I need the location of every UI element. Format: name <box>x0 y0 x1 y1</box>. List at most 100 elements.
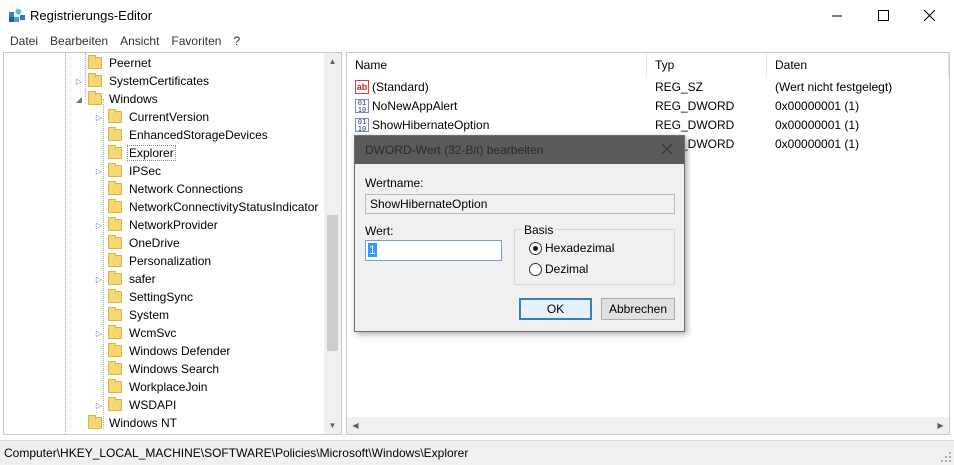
tree-item-label: SettingSync <box>129 290 194 304</box>
radio-decimal[interactable]: Dezimal <box>529 262 588 276</box>
tree-item[interactable]: SettingSync <box>94 288 195 306</box>
list-horizontal-scrollbar[interactable]: ◀ ▶ <box>347 417 949 434</box>
tree-item[interactable]: ▷ WSDAPI <box>94 396 178 414</box>
maximize-button[interactable] <box>860 0 906 31</box>
menu-datei[interactable]: Datei <box>4 31 44 51</box>
folder-icon <box>108 235 122 249</box>
folder-icon <box>108 127 122 141</box>
value-name-label: Wertname: <box>365 176 424 190</box>
edit-dword-dialog: DWORD-Wert (32-Bit) bearbeiten Wertname:… <box>354 135 685 332</box>
tree-item[interactable]: ◢ Windows <box>74 90 160 108</box>
close-icon <box>662 144 672 154</box>
dialog-title-bar[interactable]: DWORD-Wert (32-Bit) bearbeiten <box>355 136 684 164</box>
tree-item[interactable]: Network Connections <box>94 180 245 198</box>
expand-arrow-icon[interactable]: ◢ <box>74 90 84 108</box>
value-data-input[interactable]: 1 <box>365 240 502 261</box>
folder-icon <box>108 307 122 321</box>
column-header-name[interactable]: Name <box>347 53 647 77</box>
column-header-type[interactable]: Typ <box>647 53 767 77</box>
radio-unchecked-icon[interactable] <box>529 262 542 276</box>
tree-item[interactable]: NetworkConnectivityStatusIndicator <box>94 198 320 216</box>
maximize-icon <box>877 10 889 21</box>
folder-icon <box>108 199 122 213</box>
tree-item[interactable]: OneDrive <box>94 234 182 252</box>
menu-favoriten[interactable]: Favoriten <box>165 31 227 51</box>
tree-item[interactable]: ▷ IPSec <box>94 162 163 180</box>
tree-item[interactable]: EnhancedStorageDevices <box>94 126 270 144</box>
tree-item[interactable]: ▷ SystemCertificates <box>74 72 211 90</box>
tree-item[interactable]: Explorer <box>94 144 176 162</box>
key-tree-pane[interactable]: Peernet ▷ SystemCertificates ◢ Windows ▷ Curre… <box>3 52 342 435</box>
expand-arrow-icon[interactable]: ▷ <box>94 162 104 180</box>
registry-editor-icon <box>9 8 25 22</box>
tree-item[interactable]: Personalization <box>94 252 213 270</box>
ok-button[interactable]: OK <box>519 298 592 320</box>
scroll-thumb[interactable] <box>327 215 338 351</box>
menu-bearbeiten[interactable]: Bearbeiten <box>44 31 114 51</box>
tree-item-label: Windows Defender <box>129 344 231 358</box>
expand-arrow-icon[interactable]: ▷ <box>74 72 84 90</box>
tree-item-label: Windows <box>109 92 158 106</box>
scroll-up-icon[interactable]: ▲ <box>324 53 341 70</box>
status-bar: Computer\HKEY_LOCAL_MACHINE\SOFTWARE\Pol… <box>0 440 954 465</box>
folder-icon <box>108 217 122 231</box>
tree-item[interactable]: Windows Defender <box>94 342 232 360</box>
tree-item-label: WorkplaceJoin <box>129 380 208 394</box>
tree-item[interactable]: System <box>94 306 171 324</box>
radio-hexadecimal[interactable]: Hexadezimal <box>529 241 614 255</box>
menu-help[interactable]: ? <box>227 31 246 51</box>
tree-item[interactable]: ▷ safer <box>94 270 158 288</box>
close-button[interactable] <box>906 0 952 31</box>
tree-item-label: System <box>129 308 170 322</box>
tree-item[interactable]: ▷ WcmSvc <box>94 324 178 342</box>
tree-item-label: NetworkProvider <box>129 218 218 232</box>
scroll-down-icon[interactable]: ▼ <box>324 417 341 434</box>
tree-vertical-scrollbar[interactable]: ▲ ▼ <box>324 53 341 434</box>
cancel-button[interactable]: Abbrechen <box>601 298 675 320</box>
radio-hexadecimal-label: Hexadezimal <box>545 241 615 255</box>
tree-item-label: EnhancedStorageDevices <box>129 128 268 142</box>
folder-icon <box>88 91 102 105</box>
base-groupbox <box>514 229 675 285</box>
dialog-title: DWORD-Wert (32-Bit) bearbeiten <box>365 143 544 157</box>
dialog-close-button[interactable] <box>654 138 680 160</box>
folder-icon <box>108 109 122 123</box>
resize-grip-icon[interactable] <box>941 452 951 462</box>
tree-item[interactable]: Windows NT <box>74 414 179 432</box>
tree-item[interactable]: Windows Search <box>94 360 221 378</box>
value-row[interactable]: 01 10 NoNewAppAlert REG_DWORD 0x00000001 (1) <box>347 97 949 116</box>
scroll-right-icon[interactable]: ▶ <box>932 417 949 434</box>
scroll-left-icon[interactable]: ◀ <box>347 417 364 434</box>
minimize-button[interactable] <box>814 0 860 31</box>
title-bar[interactable]: Registrierungs-Editor <box>0 0 954 31</box>
value-row[interactable]: ab (Standard) REG_SZ (Wert nicht festgelegt… <box>347 78 949 97</box>
tree-item[interactable]: ▷ NetworkProvider <box>94 216 220 234</box>
column-header-data[interactable]: Daten <box>767 53 949 77</box>
folder-icon <box>108 181 122 195</box>
expand-arrow-icon[interactable]: ▷ <box>94 324 104 342</box>
expand-arrow-icon[interactable]: ▷ <box>94 216 104 234</box>
value-data: 0x00000001 (1) <box>775 118 860 132</box>
close-icon <box>923 10 935 21</box>
tree-item-label: WSDAPI <box>129 398 177 412</box>
tree-item[interactable]: WorkplaceJoin <box>94 378 209 396</box>
expand-arrow-icon[interactable]: ▷ <box>94 396 104 414</box>
dword-value-icon: 0110 <box>355 118 369 133</box>
tree-item[interactable]: ▷ CurrentVersion <box>94 108 211 126</box>
value-data-text: 1 <box>368 243 377 257</box>
value-type: REG_DWORD <box>655 99 735 113</box>
expand-arrow-icon[interactable]: ▷ <box>94 108 104 126</box>
value-row[interactable]: 01 10 ShowHibernateOption REG_DWORD 0x000000… <box>347 116 949 135</box>
registry-editor-window: Registrierungs-Editor Datei Bearbeiten A… <box>0 0 954 465</box>
folder-icon <box>108 163 122 177</box>
tree-item[interactable]: Peernet <box>74 54 153 72</box>
radio-checked-icon[interactable] <box>529 241 542 255</box>
expand-arrow-icon[interactable]: ▷ <box>94 270 104 288</box>
menu-ansicht[interactable]: Ansicht <box>114 31 165 51</box>
